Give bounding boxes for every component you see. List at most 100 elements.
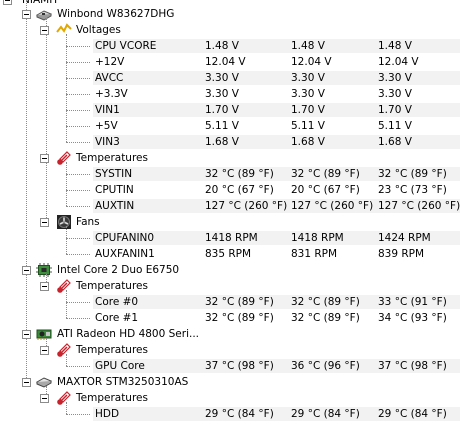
sensor-max-value: 37 °C (98 °F)	[378, 360, 447, 372]
collapse-toggle[interactable]	[40, 394, 49, 403]
collapse-toggle[interactable]	[40, 346, 49, 355]
sensor-current-value: 3.30 V	[205, 88, 239, 100]
sensor-min-value: 5.11 V	[291, 120, 325, 132]
sensor-min-value: 831 RPM	[291, 248, 338, 260]
sensor-max-value: 1424 RPM	[378, 232, 431, 244]
sensor-name: AVCC	[95, 72, 124, 84]
sensor-name: Core #0	[95, 296, 139, 308]
sensor-min-value: 32 °C (89 °F)	[291, 312, 360, 324]
sensor-max-value: 3.30 V	[378, 88, 412, 100]
sensor-row[interactable]: +5V 5.11 V 5.11 V 5.11 V	[0, 118, 460, 134]
sensor-max-value: 5.11 V	[378, 120, 412, 132]
sensor-min-value: 32 °C (89 °F)	[291, 168, 360, 180]
sensor-name: AUXTIN	[95, 200, 135, 212]
sensor-min-value: 20 °C (67 °F)	[291, 184, 360, 196]
sensor-row[interactable]: CPU VCORE 1.48 V 1.48 V 1.48 V	[0, 38, 460, 54]
collapse-toggle[interactable]	[22, 266, 31, 275]
collapse-toggle[interactable]	[40, 218, 49, 227]
sensor-current-value: 32 °C (89 °F)	[205, 168, 274, 180]
sensor-name: AUXFANIN1	[95, 248, 155, 260]
hard-drive-icon	[36, 375, 52, 389]
sensor-row[interactable]: VIN1 1.70 V 1.70 V 1.70 V	[0, 102, 460, 118]
sensor-current-value: 3.30 V	[205, 72, 239, 84]
sensor-row[interactable]: VIN3 1.68 V 1.68 V 1.68 V	[0, 134, 460, 150]
sensor-current-value: 1418 RPM	[205, 232, 258, 244]
thermometer-icon	[56, 391, 72, 405]
sensor-name: VIN1	[95, 104, 120, 116]
sensor-min-value: 1.68 V	[291, 136, 325, 148]
sensor-name: +5V	[95, 120, 118, 132]
hardware-label: ATI Radeon HD 4800 Seri...	[57, 328, 200, 340]
cpu-chip-icon	[36, 263, 52, 277]
voltage-icon	[56, 23, 72, 37]
sensor-current-value: 1.70 V	[205, 104, 239, 116]
sensor-row[interactable]: Core #0 32 °C (89 °F) 32 °C (89 °F) 33 °C (…	[0, 294, 460, 310]
sensor-group-label: Voltages	[76, 24, 121, 36]
sensor-max-value: 1.48 V	[378, 40, 412, 52]
sensor-current-value: 127 °C (260 °F)	[205, 200, 288, 212]
sensor-current-value: 835 RPM	[205, 248, 252, 260]
sensor-min-value: 29 °C (84 °F)	[291, 408, 360, 420]
sensor-current-value: 29 °C (84 °F)	[205, 408, 274, 420]
sensor-row[interactable]: CPUFANIN0 1418 RPM 1418 RPM 1424 RPM	[0, 230, 460, 246]
sensor-row[interactable]: Core #1 32 °C (89 °F) 32 °C (89 °F) 34 °C (…	[0, 310, 460, 326]
collapse-toggle[interactable]	[40, 26, 49, 35]
hardware-label: MAXTOR STM3250310AS	[57, 376, 189, 388]
sensor-max-value: 1.70 V	[378, 104, 412, 116]
fan-icon	[56, 215, 72, 229]
sensor-name: GPU Core	[95, 360, 145, 372]
hardware-label: Intel Core 2 Duo E6750	[57, 264, 180, 276]
sensor-current-value: 1.48 V	[205, 40, 239, 52]
sensor-group-label: Fans	[76, 216, 100, 228]
sensor-min-value: 12.04 V	[291, 56, 332, 68]
sensor-row[interactable]: +3.3V 3.30 V 3.30 V 3.30 V	[0, 86, 460, 102]
sensor-min-value: 1.70 V	[291, 104, 325, 116]
sensor-row[interactable]: CPUTIN 20 °C (67 °F) 20 °C (67 °F) 23 °C (7…	[0, 182, 460, 198]
sensor-name: CPU VCORE	[95, 40, 157, 52]
sensor-max-value: 12.04 V	[378, 56, 419, 68]
collapse-toggle[interactable]	[22, 378, 31, 387]
sensor-row[interactable]: GPU Core 37 °C (98 °F) 36 °C (96 °F) 37 °C …	[0, 358, 460, 374]
collapse-toggle[interactable]	[40, 282, 49, 291]
sensor-max-value: 3.30 V	[378, 72, 412, 84]
sensor-group-label: Temperatures	[76, 280, 148, 292]
sensor-row[interactable]: +12V 12.04 V 12.04 V 12.04 V	[0, 54, 460, 70]
sensor-max-value: 23 °C (73 °F)	[378, 184, 447, 196]
sensor-min-value: 1418 RPM	[291, 232, 344, 244]
collapse-toggle[interactable]	[22, 330, 31, 339]
sensor-current-value: 1.68 V	[205, 136, 239, 148]
sensor-max-value: 34 °C (93 °F)	[378, 312, 447, 324]
gpu-card-icon	[36, 327, 52, 341]
sensor-row[interactable]: AUXFANIN1 835 RPM 831 RPM 839 RPM	[0, 246, 460, 262]
sensor-min-value: 3.30 V	[291, 88, 325, 100]
sensor-current-value: 37 °C (98 °F)	[205, 360, 274, 372]
sensor-min-value: 36 °C (96 °F)	[291, 360, 360, 372]
collapse-toggle[interactable]	[22, 10, 31, 19]
collapse-toggle[interactable]	[40, 154, 49, 163]
sensor-max-value: 127 °C (260 °F)	[378, 200, 460, 212]
sensor-name: +3.3V	[95, 88, 128, 100]
sensor-current-value: 5.11 V	[205, 120, 239, 132]
sensor-max-value: 32 °C (89 °F)	[378, 168, 447, 180]
sensor-group-label: Temperatures	[76, 392, 148, 404]
sensor-name: +12V	[95, 56, 125, 68]
thermometer-icon	[56, 279, 72, 293]
sensor-row[interactable]: HDD 29 °C (84 °F) 29 °C (84 °F) 29 °C (84 °…	[0, 406, 460, 422]
sensor-current-value: 32 °C (89 °F)	[205, 312, 274, 324]
sensor-max-value: 29 °C (84 °F)	[378, 408, 447, 420]
hardware-label: Winbond W83627DHG	[57, 8, 175, 20]
sensor-name: CPUFANIN0	[95, 232, 155, 244]
thermometer-icon	[56, 343, 72, 357]
sensor-current-value: 32 °C (89 °F)	[205, 296, 274, 308]
thermometer-icon	[56, 151, 72, 165]
sensor-name: CPUTIN	[95, 184, 134, 196]
sensor-max-value: 1.68 V	[378, 136, 412, 148]
sensor-min-value: 3.30 V	[291, 72, 325, 84]
sensor-min-value: 1.48 V	[291, 40, 325, 52]
motherboard-icon	[36, 7, 52, 21]
sensor-row[interactable]: AVCC 3.30 V 3.30 V 3.30 V	[0, 70, 460, 86]
sensor-group-label: Temperatures	[76, 152, 148, 164]
sensor-row[interactable]: AUXTIN 127 °C (260 °F) 127 °C (260 °F) 127 …	[0, 198, 460, 214]
root-collapse-toggle[interactable]	[3, 0, 12, 5]
sensor-row[interactable]: SYSTIN 32 °C (89 °F) 32 °C (89 °F) 32 °C (8…	[0, 166, 460, 182]
